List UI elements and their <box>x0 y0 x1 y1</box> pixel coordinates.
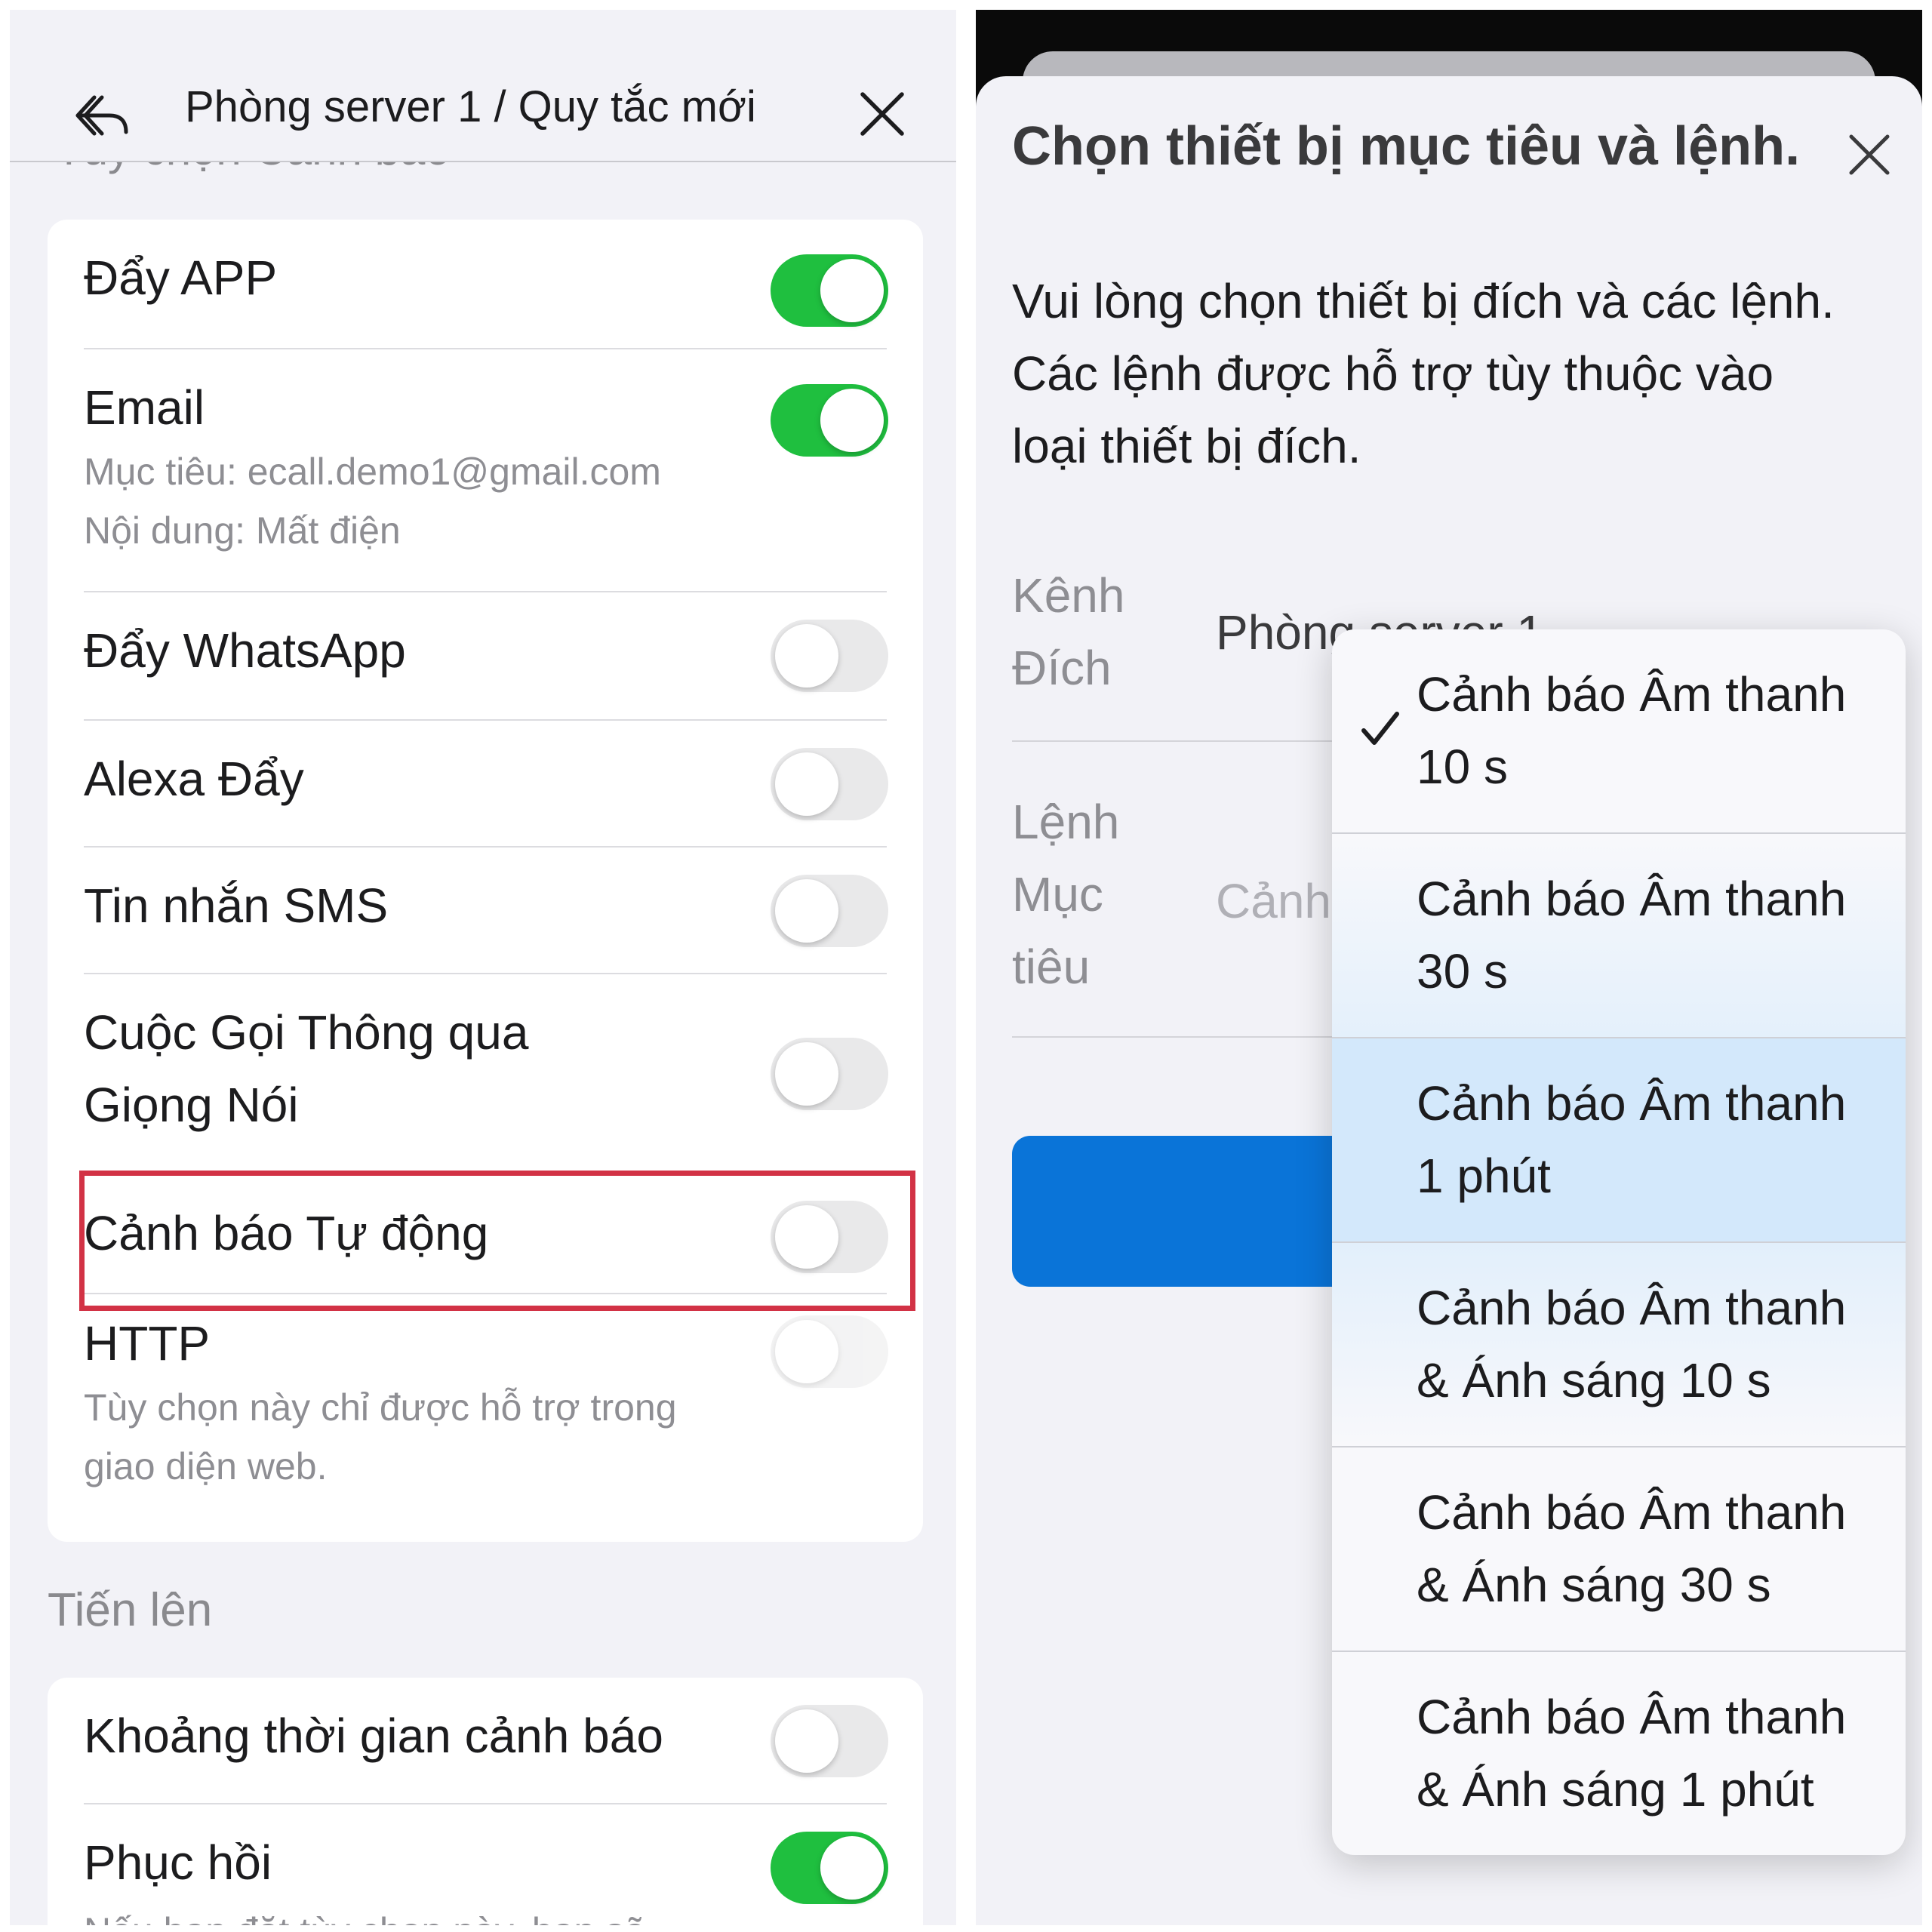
section-header-advanced: Tiến lên <box>48 1584 213 1636</box>
command-option[interactable]: Cảnh báo Âm thanh 1 phút <box>1332 1038 1906 1243</box>
option-label: HTTP <box>84 1316 211 1371</box>
option-label: Cảnh báo Âm thanh <box>1417 1076 1847 1131</box>
option-label: Khoảng thời gian cảnh báo <box>84 1709 663 1763</box>
checkmark-icon <box>1361 712 1399 745</box>
app-push-toggle[interactable] <box>771 254 888 327</box>
modal-title: Chọn thiết bị mục tiêu và lệnh. <box>1012 116 1801 177</box>
command-option[interactable]: Cảnh báo Âm thanh & Ánh sáng 1 phút <box>1332 1652 1906 1855</box>
target-channel-label: Kênh Đích <box>1012 568 1125 695</box>
instruction-line: loại thiết bị đích. <box>1012 419 1361 473</box>
email-content: Nội dung: Mất điện <box>84 509 401 552</box>
notification-options-card: Đẩy APP Email Mục tiêu: ecall.demo1@gmai… <box>48 220 923 1542</box>
option-label-detail: 1 phút <box>1417 1149 1551 1203</box>
option-label: Tin nhắn SMS <box>84 878 389 933</box>
option-label: Cảnh báo Âm thanh <box>1417 1690 1847 1744</box>
back-icon[interactable] <box>72 87 132 147</box>
option-label: Cảnh báo Âm thanh <box>1417 667 1847 721</box>
option-row-recovery: Phục hồi Nếu bạn đặt tùy chọn này, bạn s… <box>48 1804 923 1925</box>
option-label-detail: 30 s <box>1417 944 1508 998</box>
command-dropdown: Cảnh báo Âm thanh 10 s Cảnh báo Âm thanh… <box>1332 629 1906 1855</box>
command-option[interactable]: Cảnh báo Âm thanh & Ánh sáng 10 s <box>1332 1243 1906 1447</box>
close-icon[interactable] <box>1845 131 1894 179</box>
page-title: Phòng server 1 / Quy tắc mới <box>185 82 756 131</box>
status-bar <box>10 10 956 40</box>
option-label: Cảnh báo Tự động <box>84 1206 489 1260</box>
option-row-alert-interval: Khoảng thời gian cảnh báo <box>48 1678 923 1804</box>
navigation-bar: Phòng server 1 / Quy tắc mới <box>10 40 956 162</box>
command-option[interactable]: Cảnh báo Âm thanh 30 s <box>1332 834 1906 1038</box>
option-row-app-push: Đẩy APP <box>48 220 923 349</box>
instruction-line: Vui lòng chọn thiết bị đích và các lệnh. <box>1012 274 1835 328</box>
option-row-sms: Tin nhắn SMS <box>48 848 923 974</box>
close-icon[interactable] <box>855 87 909 141</box>
email-target: Mục tiêu: ecall.demo1@gmail.com <box>84 451 661 493</box>
target-device-screen: Chọn thiết bị mục tiêu và lệnh. Vui lòng… <box>976 10 1922 1925</box>
recovery-toggle[interactable] <box>771 1832 888 1904</box>
voice-call-toggle[interactable] <box>771 1038 888 1110</box>
command-option[interactable]: Cảnh báo Âm thanh & Ánh sáng 30 s <box>1332 1447 1906 1652</box>
option-label: Cảnh báo Âm thanh <box>1417 1485 1847 1540</box>
recovery-note: Nếu bạn đặt tùy chọn này, bạn sẽ <box>84 1903 645 1925</box>
option-label: Cuộc Gọi Thông qua <box>84 1005 529 1060</box>
alexa-toggle[interactable] <box>771 748 888 820</box>
option-row-http: HTTP Tùy chọn này chỉ được hỗ trợ trong … <box>48 1294 923 1542</box>
http-note-continued: giao diện web. <box>84 1445 328 1487</box>
option-label: Đẩy APP <box>84 251 278 305</box>
email-toggle[interactable] <box>771 384 888 457</box>
instructions: Vui lòng chọn thiết bị đích và các lệnh.… <box>1012 265 1835 482</box>
option-row-auto-alert: Cảnh báo Tự động <box>48 1163 923 1294</box>
option-label: Cảnh báo Âm thanh <box>1417 1281 1847 1335</box>
whatsapp-toggle[interactable] <box>771 620 888 692</box>
sms-toggle[interactable] <box>771 875 888 947</box>
option-row-voice-call: Cuộc Gọi Thông qua Giọng Nói <box>48 974 923 1163</box>
alert-interval-toggle[interactable] <box>771 1705 888 1777</box>
command-option[interactable]: Cảnh báo Âm thanh 10 s <box>1332 629 1906 834</box>
http-note: Tùy chọn này chỉ được hỗ trợ trong <box>84 1386 677 1429</box>
option-label: Email <box>84 380 205 435</box>
option-label-detail: & Ánh sáng 1 phút <box>1417 1762 1814 1817</box>
option-label: Cảnh báo Âm thanh <box>1417 872 1847 926</box>
option-label: Phục hồi <box>84 1835 272 1890</box>
target-command-label: Lệnh Mục tiêu <box>1012 795 1120 994</box>
option-label-detail: 10 s <box>1417 740 1508 794</box>
alert-rule-screen: Phòng server 1 / Quy tắc mới Tùy chọn Cả… <box>10 10 956 1925</box>
auto-alert-toggle[interactable] <box>771 1201 888 1273</box>
http-toggle <box>771 1315 888 1388</box>
option-row-alexa: Alexa Đẩy <box>48 721 923 848</box>
option-label-detail: & Ánh sáng 10 s <box>1417 1353 1771 1407</box>
option-row-whatsapp: Đẩy WhatsApp <box>48 592 923 721</box>
option-row-email: Email Mục tiêu: ecall.demo1@gmail.com Nộ… <box>48 349 923 592</box>
advanced-options-card: Khoảng thời gian cảnh báo Phục hồi Nếu b… <box>48 1678 923 1925</box>
option-label: Alexa Đẩy <box>84 752 304 806</box>
option-label-continued: Giọng Nói <box>84 1078 299 1132</box>
option-label-detail: & Ánh sáng 30 s <box>1417 1558 1771 1612</box>
option-label: Đẩy WhatsApp <box>84 623 406 678</box>
target-command-select[interactable]: Cảnh <box>1216 873 1331 929</box>
instruction-line: Các lệnh được hỗ trợ tùy thuộc vào <box>1012 346 1774 401</box>
